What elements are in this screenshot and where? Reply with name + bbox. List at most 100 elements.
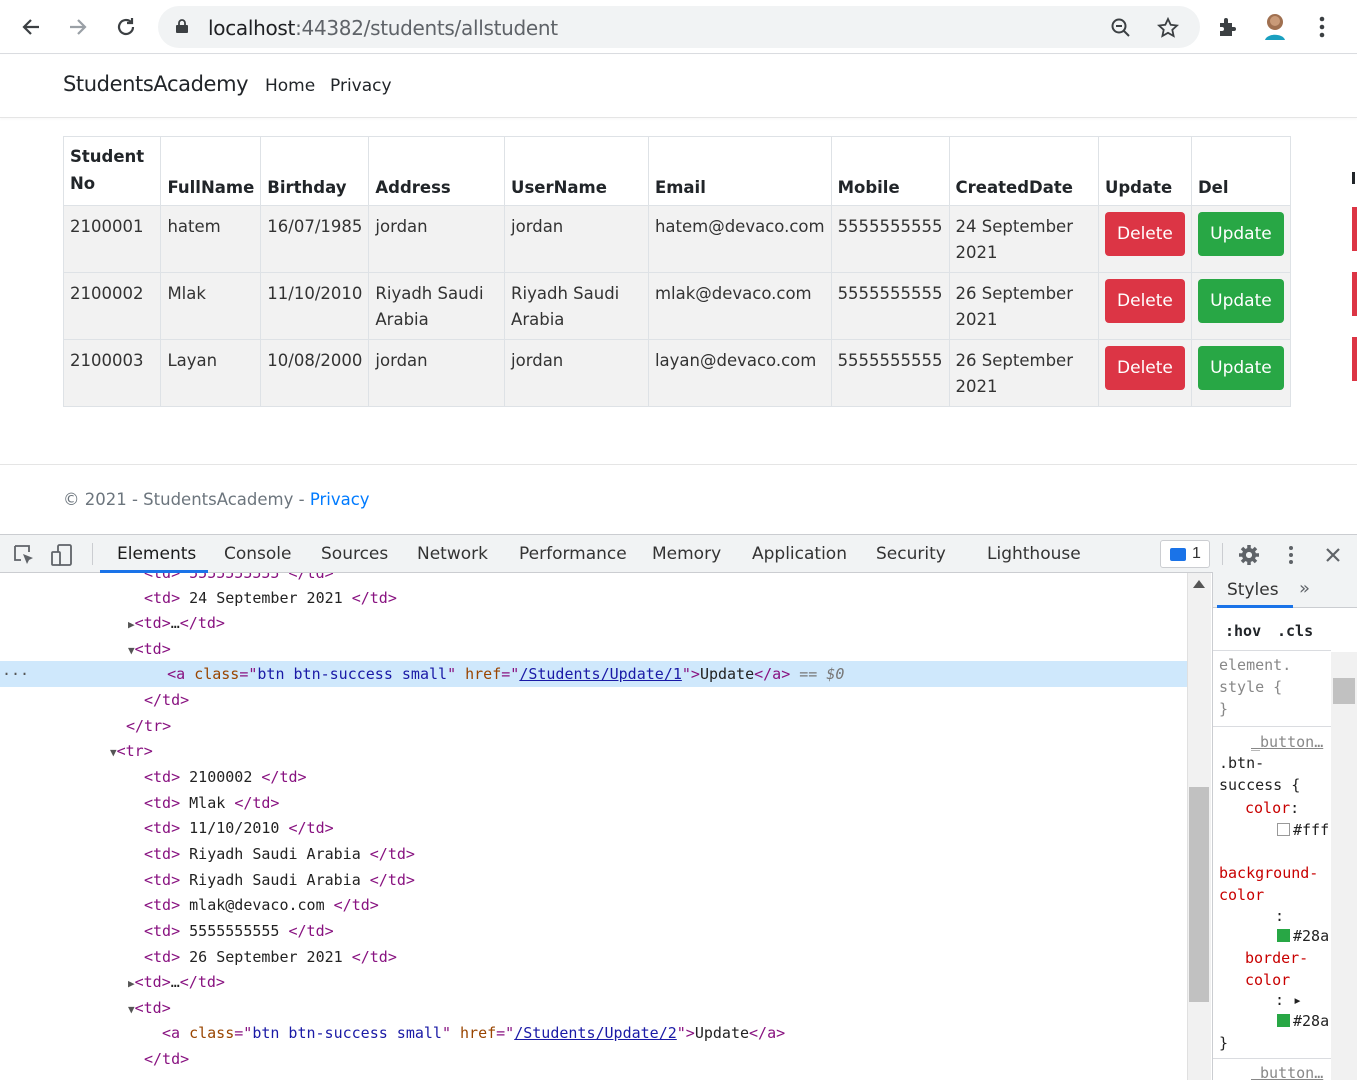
nav-link-home[interactable]: Home xyxy=(265,76,315,96)
dom-node-line[interactable]: ▶<td>…</td> xyxy=(0,969,1187,995)
gear-icon[interactable] xyxy=(1237,543,1261,567)
browser-toolbar: localhost:44382/students/allstudent xyxy=(0,0,1357,54)
update-button[interactable]: Update xyxy=(1197,346,1284,390)
dom-node-line[interactable]: </td> xyxy=(0,1046,1187,1072)
active-tab-indicator xyxy=(1217,605,1293,608)
profile-avatar-icon[interactable] xyxy=(1260,12,1290,42)
css-colon: : ▸ xyxy=(1275,991,1303,1009)
dom-node-line[interactable]: <td> 26 September 2021 </td> xyxy=(0,944,1187,970)
css-property[interactable]: border- color xyxy=(1245,947,1308,991)
css-value[interactable]: #fff xyxy=(1277,819,1329,841)
styles-scrollbar[interactable] xyxy=(1331,652,1357,1080)
cell-delete: Delete xyxy=(1097,339,1192,407)
tab-performance[interactable]: Performance xyxy=(519,544,627,564)
dom-node-line[interactable]: </td> xyxy=(0,687,1187,713)
divider xyxy=(1213,1058,1331,1059)
cell-mobile: 5555555555 xyxy=(830,339,950,407)
cell-student-no: 2100001 xyxy=(62,205,162,273)
dom-node-line[interactable]: </tr> xyxy=(0,713,1187,739)
dom-node-line[interactable]: <td> 5555555555 </td> xyxy=(0,918,1187,944)
styles-pane: Styles » :hov .cls element. style { } _b… xyxy=(1212,572,1357,1080)
css-property[interactable]: color: xyxy=(1245,797,1299,819)
cell-email: layan@devaco.com xyxy=(647,339,832,407)
dom-node-line[interactable]: <td> 24 September 2021 </td> xyxy=(0,585,1187,611)
issues-badge[interactable]: 1 xyxy=(1160,540,1210,568)
table-row: 2100002 Mlak 11/10/2010 Riyadh Saudi Ara… xyxy=(62,272,1292,340)
tab-sources[interactable]: Sources xyxy=(321,544,388,564)
dom-node-line[interactable]: ▼<td> xyxy=(0,636,1187,662)
cls-toggle[interactable]: .cls xyxy=(1277,620,1313,642)
update-button[interactable]: Update xyxy=(1197,212,1284,256)
scroll-up-arrow-icon[interactable] xyxy=(1193,580,1205,588)
students-table: Student No FullName Birthday Address Use… xyxy=(62,136,1292,407)
tab-security[interactable]: Security xyxy=(876,544,946,564)
cell-delete: Delete xyxy=(1097,205,1192,273)
dom-node-line-selected[interactable]: ··· <a class="btn btn-success small" href… xyxy=(0,661,1187,687)
toolbar-divider xyxy=(92,543,93,565)
tab-lighthouse[interactable]: Lighthouse xyxy=(987,544,1081,564)
dom-node-line[interactable]: <td> 11/10/2010 </td> xyxy=(0,815,1187,841)
brand-logo[interactable]: StudentsAcademy xyxy=(63,72,249,96)
column-header: Email xyxy=(647,136,832,206)
nav-link-privacy[interactable]: Privacy xyxy=(330,76,392,96)
dom-node-line[interactable]: <td> Riyadh Saudi Arabia </td> xyxy=(0,867,1187,893)
dom-node-line[interactable]: <td> 2100002 </td> xyxy=(0,764,1187,790)
zoom-icon[interactable] xyxy=(1108,15,1134,41)
message-icon xyxy=(1170,548,1186,561)
update-button[interactable]: Update xyxy=(1197,279,1284,323)
delete-button[interactable]: Delete xyxy=(1104,279,1185,323)
tab-network[interactable]: Network xyxy=(417,544,488,564)
dom-node-line[interactable]: <td> Riyadh Saudi Arabia </td> xyxy=(0,841,1187,867)
styles-tabbar: Styles » xyxy=(1213,572,1357,608)
clipped-header-edge xyxy=(1352,172,1355,184)
color-swatch[interactable] xyxy=(1277,929,1290,942)
bookmark-star-icon[interactable] xyxy=(1155,15,1181,41)
devtools-tabbar: Elements Console Sources Network Perform… xyxy=(0,535,1357,573)
tab-styles[interactable]: Styles xyxy=(1227,580,1279,600)
rule-source-link[interactable]: _button… xyxy=(1251,731,1323,753)
devtools-menu-icon[interactable] xyxy=(1279,543,1303,567)
dom-node-line[interactable]: ▼<tr> xyxy=(0,738,1187,764)
cell-birthday: 10/08/2000 xyxy=(260,339,370,407)
dom-scrollbar-thumb[interactable] xyxy=(1189,787,1209,1002)
element-style-rule[interactable]: element. style { } xyxy=(1219,654,1291,720)
site-footer: © 2021 - StudentsAcademy - Privacy xyxy=(0,464,1357,534)
cell-update: Update xyxy=(1190,205,1292,273)
tab-application[interactable]: Application xyxy=(752,544,847,564)
css-property[interactable]: background- color xyxy=(1219,862,1318,906)
browser-menu-icon[interactable] xyxy=(1307,12,1337,42)
device-toggle-icon[interactable] xyxy=(50,543,74,567)
column-header: Del xyxy=(1190,136,1292,206)
css-value[interactable]: #28a xyxy=(1277,925,1329,947)
extensions-puzzle-icon[interactable] xyxy=(1213,12,1243,42)
inspect-element-icon[interactable] xyxy=(12,543,36,567)
hov-toggle[interactable]: :hov xyxy=(1225,620,1261,642)
chevron-double-right-icon[interactable]: » xyxy=(1299,578,1310,599)
color-swatch[interactable] xyxy=(1277,1014,1290,1027)
rule-source-link[interactable]: _button… xyxy=(1251,1062,1323,1080)
dom-node-line[interactable]: <td> mlak@devaco.com </td> xyxy=(0,892,1187,918)
footer-privacy-link[interactable]: Privacy xyxy=(310,490,370,509)
tab-memory[interactable]: Memory xyxy=(652,544,721,564)
cell-fullname: Mlak xyxy=(160,272,262,340)
tab-console[interactable]: Console xyxy=(224,544,292,564)
rule-selector[interactable]: .btn- success { xyxy=(1219,752,1300,796)
tab-elements[interactable]: Elements xyxy=(117,544,196,564)
delete-button[interactable]: Delete xyxy=(1104,346,1185,390)
css-value[interactable]: #28a xyxy=(1277,1010,1329,1032)
dom-node-line[interactable]: <td> Mlak </td> xyxy=(0,790,1187,816)
cell-mobile: 5555555555 xyxy=(830,272,950,340)
reload-icon[interactable] xyxy=(110,11,142,43)
close-icon[interactable] xyxy=(1321,543,1345,567)
dom-node-line[interactable]: ▼<td> xyxy=(0,995,1187,1021)
dom-node-line[interactable]: <a class="btn btn-success small" href="/… xyxy=(0,1020,1187,1046)
cell-address: jordan xyxy=(368,339,506,407)
delete-button[interactable]: Delete xyxy=(1104,212,1185,256)
address-bar[interactable]: localhost:44382/students/allstudent xyxy=(158,6,1200,48)
forward-arrow-icon[interactable] xyxy=(62,11,94,43)
color-swatch[interactable] xyxy=(1277,823,1290,836)
dom-node-line[interactable]: ▶<td>…</td> xyxy=(0,610,1187,636)
back-arrow-icon[interactable] xyxy=(15,11,47,43)
devtools-panel: Elements Console Sources Network Perform… xyxy=(0,534,1357,1080)
styles-scrollbar-thumb[interactable] xyxy=(1333,678,1355,704)
